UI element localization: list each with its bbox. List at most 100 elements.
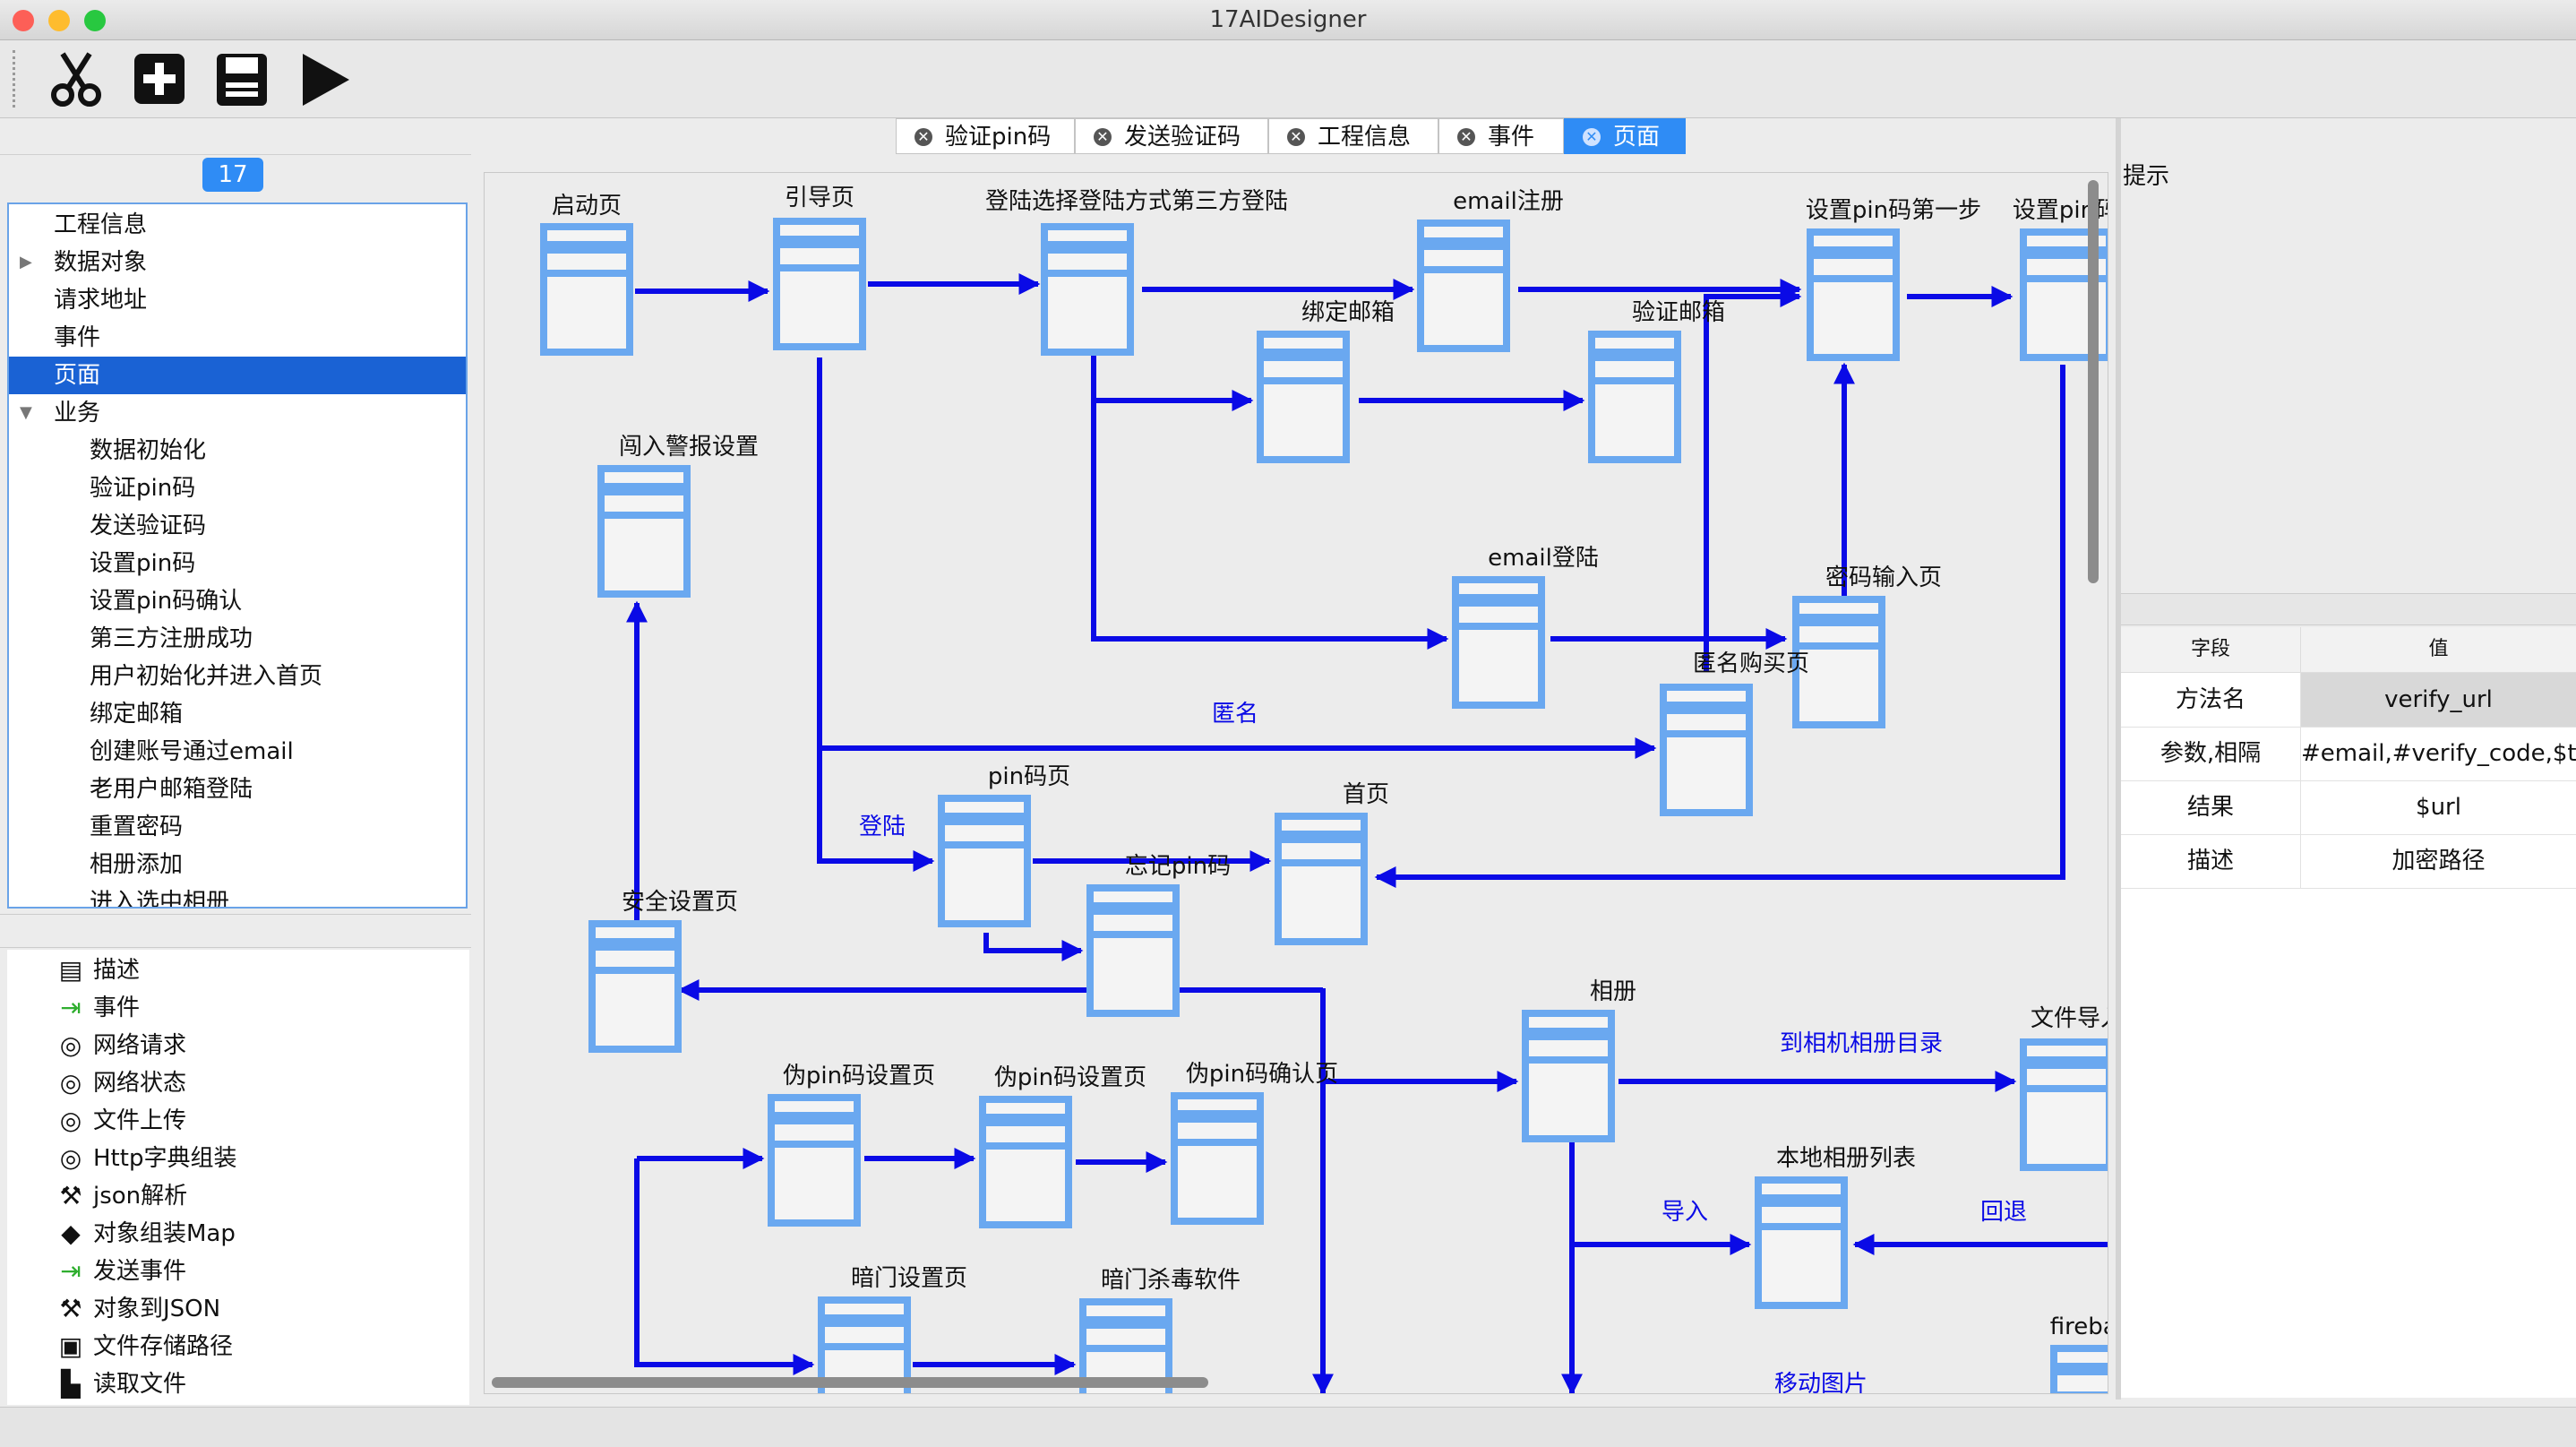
vertical-scrollbar[interactable] xyxy=(2088,180,2099,583)
palette-item[interactable]: ⇥ 事件 xyxy=(7,989,469,1027)
page-node[interactable]: 暗门杀毒软件 xyxy=(1079,1267,1241,1393)
tree-item[interactable]: 页面 xyxy=(9,357,466,394)
palette-item-label: 读取文件 xyxy=(93,1371,187,1398)
tree-item-label: 老用户邮箱登陆 xyxy=(90,776,253,803)
cut-button[interactable] xyxy=(45,48,109,111)
property-row[interactable]: 结果 $url xyxy=(2121,780,2576,835)
property-value[interactable]: $url xyxy=(2301,780,2576,834)
tree-item[interactable]: 验证pin码 xyxy=(9,469,466,507)
page-node[interactable]: 设置pin码第一步 xyxy=(1806,197,1981,361)
tab-1[interactable]: ✕ 发送验证码 xyxy=(1075,118,1268,154)
tree-item[interactable]: ▶ 数据对象 xyxy=(9,244,466,281)
tree-item[interactable]: 绑定邮箱 xyxy=(9,695,466,733)
property-row[interactable]: 方法名 verify_url xyxy=(2121,673,2576,728)
tab-0[interactable]: ✕ 验证pin码 xyxy=(896,118,1075,154)
palette-item[interactable]: ◎ 网络请求 xyxy=(7,1027,469,1064)
tab-4[interactable]: ✕ 页面 xyxy=(1564,118,1686,154)
page-node[interactable]: 匿名购买页 xyxy=(1660,650,1809,816)
property-value[interactable]: 加密路径 xyxy=(2301,834,2576,888)
palette-item[interactable]: ▣ 文件存储路径 xyxy=(7,1328,469,1365)
tree-item[interactable]: 发送验证码 xyxy=(9,507,466,545)
tab-close-icon[interactable]: ✕ xyxy=(1457,128,1475,146)
horizontal-scrollbar[interactable] xyxy=(492,1377,1208,1388)
page-node[interactable]: 启动页 xyxy=(540,193,633,356)
property-value[interactable]: #email,#verify_code,$ti xyxy=(2301,727,2576,780)
page-node[interactable]: 登陆选择登陆方式第三方登陆 xyxy=(985,188,1288,356)
page-node[interactable]: 伪pin码设置页 xyxy=(979,1064,1146,1228)
component-palette: ▤ 描述 ⇥ 事件 ◎ 网络请求 ◎ 网络状态 ◎ 文件上传 ◎ Http字典组装 ⚒ json解析 ◆ 对象… xyxy=(7,950,469,1405)
palette-item[interactable]: ◆ 对象组装Map xyxy=(7,1215,469,1253)
palette-item[interactable]: ◎ 文件上传 xyxy=(7,1102,469,1140)
tree-item[interactable]: 进入选中相册 xyxy=(9,883,466,907)
page-node[interactable]: email登陆 xyxy=(1452,545,1599,709)
page-node[interactable]: 伪pin码设置页 xyxy=(768,1063,935,1227)
tree-item[interactable]: 创建账号通过email xyxy=(9,733,466,771)
page-node[interactable]: pin码页 xyxy=(938,763,1070,927)
run-button[interactable] xyxy=(294,48,358,111)
value-column-header: 值 xyxy=(2301,627,2576,673)
collapse-arrow-icon[interactable]: ▼ xyxy=(20,394,32,432)
toolbar-grip[interactable] xyxy=(13,50,19,108)
page-node[interactable]: 绑定邮箱 xyxy=(1257,299,1395,463)
palette-item[interactable]: ◎ Http字典组装 xyxy=(7,1140,469,1177)
tree-item[interactable]: 相册添加 xyxy=(9,846,466,883)
page-node[interactable]: 安全设置页 xyxy=(588,889,738,1053)
design-canvas[interactable]: 启动页 引导页 登陆选择登陆方式第三方登陆 email注册 设置pin码第一步 设置pin… xyxy=(484,172,2108,1394)
palette-item[interactable]: ▙ 读取文件 xyxy=(7,1365,469,1403)
palette-item[interactable]: ⇥ 发送事件 xyxy=(7,1253,469,1290)
tree-item-label: 数据对象 xyxy=(54,249,148,276)
property-row[interactable]: 参数,相隔 #email,#verify_code,$ti xyxy=(2121,727,2576,781)
tab-2[interactable]: ✕ 工程信息 xyxy=(1268,118,1438,154)
palette-item[interactable]: ▤ 描述 xyxy=(7,952,469,989)
palette-item[interactable]: ◎ 网络状态 xyxy=(7,1064,469,1102)
page-node[interactable]: 暗门设置页 xyxy=(818,1265,967,1393)
page-node-header-bar xyxy=(592,938,678,951)
palette-item[interactable]: ⚒ json解析 xyxy=(7,1177,469,1215)
tab-3[interactable]: ✕ 事件 xyxy=(1438,118,1564,154)
tree-item[interactable]: 数据初始化 xyxy=(9,432,466,469)
expand-arrow-icon[interactable]: ▶ xyxy=(20,244,32,281)
tree-item[interactable]: ▼ 业务 xyxy=(9,394,466,432)
panel-splitter[interactable] xyxy=(0,914,471,948)
page-node-label: 伪pin码设置页 xyxy=(783,1063,935,1090)
tree-item[interactable]: 事件 xyxy=(9,319,466,357)
page-node[interactable]: 引导页 xyxy=(773,185,866,350)
page-node[interactable]: 闯入警报设置 xyxy=(597,434,759,598)
property-key: 结果 xyxy=(2121,780,2301,834)
page-node[interactable]: 本地相册列表 xyxy=(1755,1145,1916,1309)
project-badge[interactable]: 17 xyxy=(202,158,263,192)
tree-item[interactable]: 请求地址 xyxy=(9,281,466,319)
tree-item[interactable]: 设置pin码 xyxy=(9,545,466,582)
tree-item[interactable]: 工程信息 xyxy=(9,206,466,244)
tab-close-icon[interactable]: ✕ xyxy=(914,128,932,146)
palette-item-label: 对象组装Map xyxy=(93,1220,236,1247)
page-node[interactable]: 文件导入 xyxy=(2020,1005,2108,1171)
tree-item[interactable]: 重置密码 xyxy=(9,808,466,846)
tab-close-icon[interactable]: ✕ xyxy=(1583,128,1601,146)
page-node[interactable]: 伪pin码确认页 xyxy=(1171,1061,1338,1225)
tree-item[interactable]: 老用户邮箱登陆 xyxy=(9,771,466,808)
tree-item[interactable]: 第三方注册成功 xyxy=(9,620,466,658)
page-node[interactable]: email注册 xyxy=(1417,188,1564,352)
tab-close-icon[interactable]: ✕ xyxy=(1287,128,1305,146)
page-node-label: 验证邮箱 xyxy=(1632,299,1725,326)
tree-item[interactable]: 用户初始化并进入首页 xyxy=(9,658,466,695)
right-panel-divider[interactable] xyxy=(2121,593,2576,625)
page-node-divider xyxy=(1090,931,1176,938)
page-node-divider xyxy=(1421,266,1507,273)
palette-item[interactable]: ⚒ 对象到JSON xyxy=(7,1290,469,1328)
page-node-header-bar xyxy=(1796,614,1882,626)
save-button[interactable] xyxy=(210,48,274,111)
add-button[interactable] xyxy=(127,48,192,111)
tab-close-icon[interactable]: ✕ xyxy=(1094,128,1112,146)
page-node[interactable]: 相册 xyxy=(1522,978,1636,1142)
property-value[interactable]: verify_url xyxy=(2301,673,2576,727)
page-node[interactable]: firebase xyxy=(2050,1313,2108,1393)
page-node-header-bar xyxy=(1044,241,1130,254)
page-node-label: 文件导入 xyxy=(2031,1005,2108,1032)
page-node[interactable]: 首页 xyxy=(1275,781,1389,945)
project-tree[interactable]: 工程信息 ▶ 数据对象 请求地址 事件 页面 ▼ 业务 数据初始化 验证pin码 发送验证码 设置pi… xyxy=(7,202,468,909)
page-node[interactable]: 密码输入页 xyxy=(1792,564,1942,728)
property-row[interactable]: 描述 加密路径 xyxy=(2121,834,2576,889)
tree-item[interactable]: 设置pin码确认 xyxy=(9,582,466,620)
